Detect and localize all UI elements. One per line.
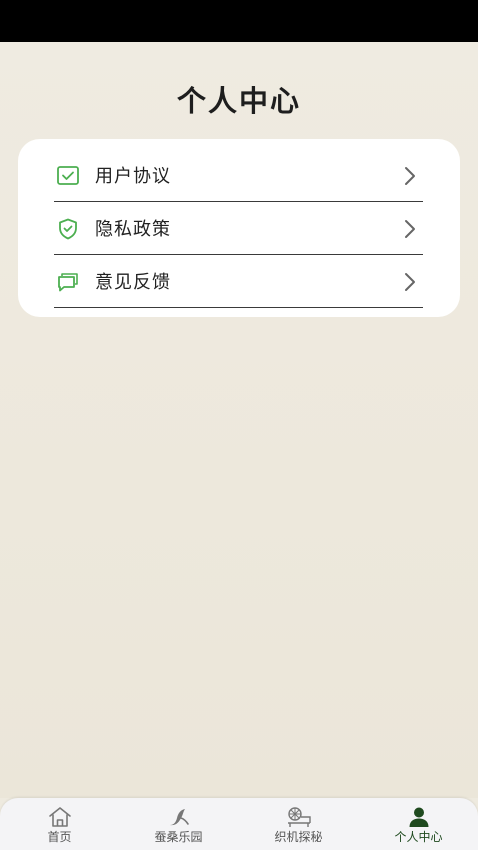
shield-check-icon xyxy=(59,218,77,240)
menu-item-label: 意见反馈 xyxy=(95,272,171,293)
tab-label: 蚕桑乐园 xyxy=(154,830,203,844)
menu-item-privacy-policy[interactable]: 隐私政策 xyxy=(54,202,423,255)
tab-home[interactable]: 首页 xyxy=(0,798,119,850)
tab-profile[interactable]: 个人中心 xyxy=(359,798,478,850)
menu-item-label: 用户协议 xyxy=(95,166,171,187)
bottom-tab-bar: 首页 蚕桑乐园 织机探秘 个人中心 xyxy=(0,798,478,850)
profile-page: 个人中心 用户协议 隐私政策 意见反馈 xyxy=(0,42,478,798)
menu-item-user-agreement[interactable]: 用户协议 xyxy=(54,149,423,202)
chat-bubble-icon xyxy=(58,273,78,292)
page-title: 个人中心 xyxy=(176,84,301,118)
home-icon xyxy=(49,807,71,827)
tab-loom-explore[interactable]: 织机探秘 xyxy=(239,798,358,850)
silkworm-icon xyxy=(170,809,189,826)
chevron-right-icon xyxy=(405,167,415,185)
menu-card: 用户协议 隐私政策 意见反馈 xyxy=(18,139,460,317)
tab-label: 个人中心 xyxy=(394,830,443,844)
chevron-right-icon xyxy=(405,220,415,238)
user-icon xyxy=(409,807,429,827)
tab-label: 织机探秘 xyxy=(274,830,323,844)
chevron-right-icon xyxy=(405,273,415,291)
loom-icon xyxy=(288,807,311,827)
menu-item-feedback[interactable]: 意见反馈 xyxy=(54,255,423,308)
tab-label: 首页 xyxy=(47,830,72,844)
document-check-icon xyxy=(57,166,79,185)
menu-item-label: 隐私政策 xyxy=(95,219,171,240)
tab-silkworm-garden[interactable]: 蚕桑乐园 xyxy=(119,798,238,850)
status-bar xyxy=(0,0,478,42)
